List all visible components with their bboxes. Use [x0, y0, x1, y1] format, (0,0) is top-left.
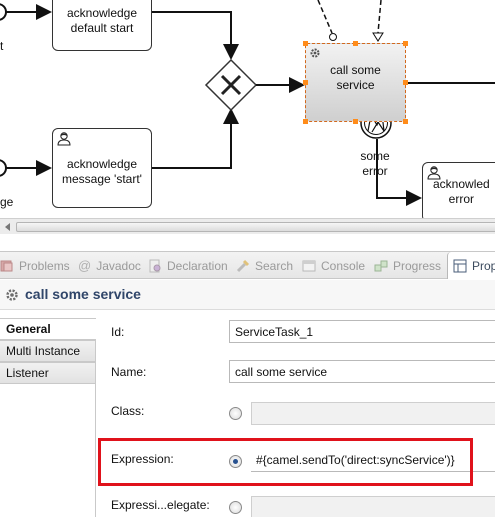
problems-icon — [0, 260, 13, 271]
diagram-horizontal-scrollbar[interactable] — [0, 218, 495, 234]
properties-icon — [453, 259, 467, 272]
boundary-event-label: some error — [360, 149, 390, 178]
view-tab-bar: Problems @ Javadoc Declaration Search Co… — [0, 251, 495, 279]
name-field[interactable]: call some service — [229, 360, 495, 383]
message-flow-in[interactable] — [317, 0, 333, 34]
task-label: acknowledge message 'start' — [62, 157, 142, 186]
user-icon — [427, 166, 441, 180]
selection-handle[interactable] — [403, 41, 408, 46]
task-acknowledge-message-start[interactable]: acknowledge message 'start' — [52, 128, 152, 208]
progress-icon — [374, 260, 388, 271]
selection-handle[interactable] — [403, 119, 408, 124]
flow-ack-message-to-gateway[interactable] — [152, 108, 239, 169]
bpmn-diagram-canvas[interactable]: t ge acknowledge default start acknowled… — [0, 0, 495, 218]
selection-handle[interactable] — [303, 80, 308, 85]
scrollbar-thumb[interactable] — [16, 222, 495, 232]
selection-handle[interactable] — [353, 119, 358, 124]
class-radio[interactable] — [229, 407, 242, 420]
delegate-expression-label: Expressi...elegate: — [111, 498, 210, 512]
delegate-expression-field[interactable] — [251, 496, 495, 517]
scroll-left-icon[interactable] — [0, 219, 16, 235]
task-call-some-service[interactable]: call some service — [305, 43, 406, 122]
task-label: acknowledge default start — [66, 5, 138, 35]
selection-handle[interactable] — [303, 119, 308, 124]
id-label: Id: — [111, 325, 125, 339]
class-field[interactable] — [251, 402, 495, 425]
console-icon — [302, 260, 316, 271]
properties-title: call some service — [25, 286, 141, 302]
search-icon — [236, 259, 250, 272]
tab-progress[interactable]: Progress — [374, 252, 441, 279]
name-label: Name: — [111, 365, 147, 379]
task-label: acknowled error — [433, 177, 490, 206]
tab-search[interactable]: Search — [236, 252, 293, 279]
user-icon — [57, 132, 71, 146]
tab-label: Javadoc — [96, 258, 141, 273]
task-acknowledge-error[interactable]: acknowled error — [422, 162, 495, 218]
tab-label: Progress — [393, 258, 442, 273]
tab-declaration[interactable]: Declaration — [148, 252, 228, 279]
left-edge-text-top: t — [0, 39, 4, 53]
tab-label: Prop — [472, 258, 495, 273]
tab-console[interactable]: Console — [302, 252, 365, 279]
sidetab-multi-instance[interactable]: Multi Instance — [0, 340, 96, 362]
selection-handle[interactable] — [403, 80, 408, 85]
tab-javadoc[interactable]: @ Javadoc — [78, 252, 141, 279]
properties-side-tabs: General Multi Instance Listener — [0, 318, 96, 384]
gear-icon — [6, 289, 18, 301]
properties-header: call some service — [0, 280, 495, 310]
tab-label: Search — [255, 258, 294, 273]
tab-properties[interactable]: Prop — [447, 252, 495, 279]
tab-problems[interactable]: Problems — [0, 252, 70, 279]
sidetab-general[interactable]: General — [0, 318, 96, 340]
flow-ack-default-to-gateway[interactable] — [152, 11, 239, 60]
start-event-bottom[interactable] — [0, 159, 7, 177]
tab-label: Declaration — [167, 258, 228, 273]
task-acknowledge-default-start[interactable]: acknowledge default start — [52, 0, 152, 51]
javadoc-icon: @ — [78, 258, 92, 273]
tab-label: Console — [321, 258, 366, 273]
gear-icon — [310, 48, 320, 58]
side-tabs-divider — [95, 340, 96, 517]
expression-highlight-box — [98, 438, 473, 486]
delegate-expression-radio[interactable] — [229, 501, 242, 514]
left-edge-text-bottom: ge — [0, 195, 14, 209]
selection-handle[interactable] — [303, 41, 308, 46]
declaration-icon — [149, 259, 161, 272]
class-label: Class: — [111, 404, 145, 418]
sidetab-listener[interactable]: Listener — [0, 362, 96, 384]
task-label: call some service — [330, 62, 381, 92]
selection-handle[interactable] — [353, 41, 358, 46]
start-event-top[interactable] — [0, 3, 7, 21]
tab-label: Problems — [19, 258, 70, 273]
message-flow-out[interactable] — [377, 0, 382, 34]
id-field[interactable]: ServiceTask_1 — [229, 320, 495, 343]
